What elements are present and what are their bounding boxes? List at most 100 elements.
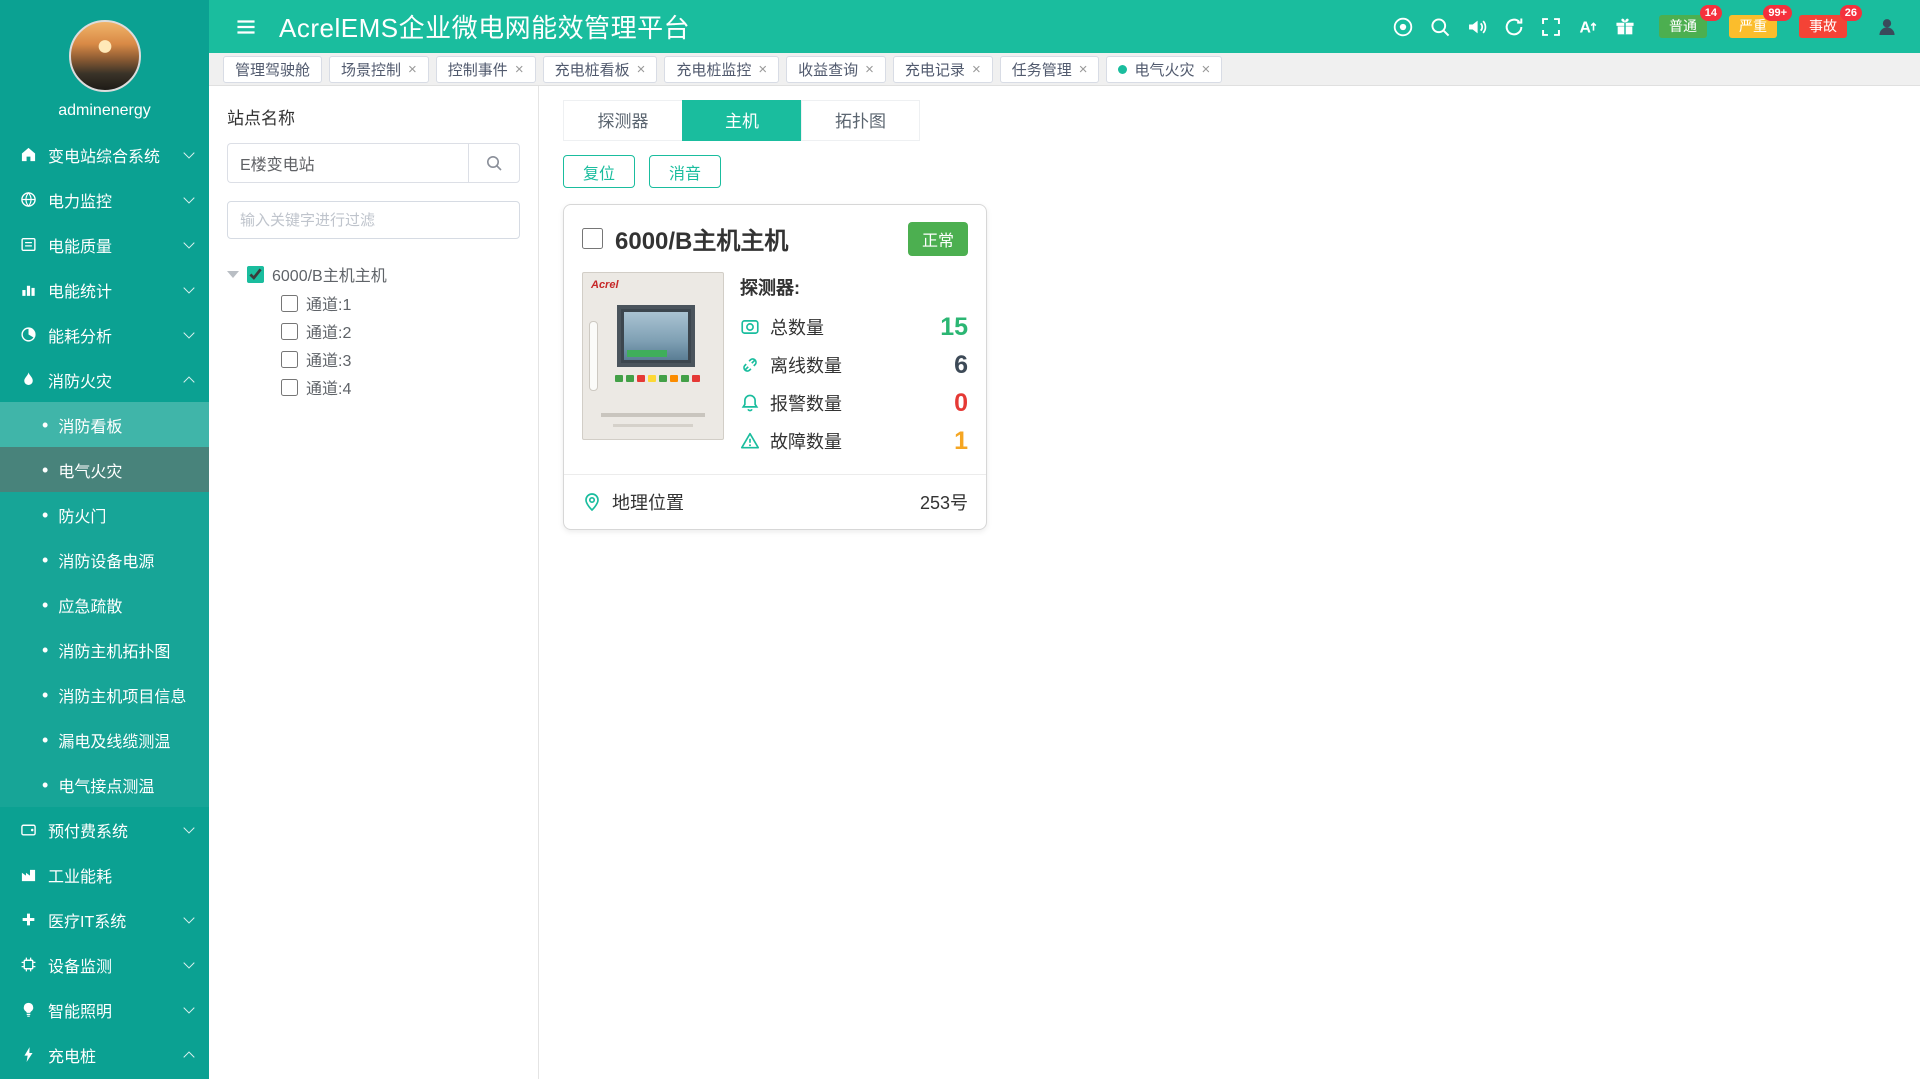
close-icon[interactable]: × — [515, 62, 524, 77]
tab-charging-dashboard[interactable]: 充电桩看板 × — [543, 56, 658, 83]
tree-child-checkbox[interactable] — [281, 379, 298, 396]
site-panel-title: 站点名称 — [227, 104, 520, 129]
status-badge: 正常 — [908, 222, 968, 256]
mute-button[interactable]: 消音 — [649, 155, 721, 188]
submenu-item-label: 消防设备电源 — [58, 548, 154, 572]
sidebar-item-substation-system[interactable]: 变电站综合系统 — [0, 132, 209, 177]
medical-cross-icon — [19, 911, 37, 928]
chevron-down-icon — [183, 1002, 194, 1013]
close-icon[interactable]: × — [1202, 62, 1211, 77]
tree-child-checkbox[interactable] — [281, 295, 298, 312]
content-area: 站点名称 6000/B主机主机 通道:1 — [209, 86, 1920, 1079]
tab-topology[interactable]: 拓扑图 — [801, 100, 920, 141]
bullet-icon: • — [42, 461, 48, 479]
menu-toggle-button[interactable] — [231, 12, 261, 42]
sidebar-item-energy-analysis[interactable]: 能耗分析 — [0, 312, 209, 357]
tab-control-events[interactable]: 控制事件 × — [436, 56, 536, 83]
stat-value: 15 — [940, 313, 968, 342]
tree-node-channel-1[interactable]: 通道:1 — [227, 289, 520, 317]
tree-node-channel-4[interactable]: 通道:4 — [227, 373, 520, 401]
submenu-item-fire-door[interactable]: • 防火门 — [0, 492, 209, 537]
app-title: AcrelEMS企业微电网能效管理平台 — [279, 8, 690, 45]
submenu-item-electrical-contact-temperature[interactable]: • 电气接点测温 — [0, 762, 209, 807]
close-icon[interactable]: × — [758, 62, 767, 77]
theme-icon[interactable] — [1392, 16, 1414, 38]
submenu-item-fire-host-project-info[interactable]: • 消防主机项目信息 — [0, 672, 209, 717]
site-tree: 6000/B主机主机 通道:1 通道:2 通道:3 — [227, 259, 520, 401]
tab-charging-records[interactable]: 充电记录 × — [893, 56, 993, 83]
sidebar-item-medical-it[interactable]: 医疗IT系统 — [0, 897, 209, 942]
alarm-chip-accident[interactable]: 事故 26 — [1799, 15, 1847, 38]
search-icon — [485, 154, 503, 172]
substation-icon — [19, 146, 37, 163]
tab-host[interactable]: 主机 — [682, 100, 801, 141]
hamburger-icon — [235, 16, 257, 38]
alarm-chip-severe[interactable]: 严重 99+ — [1729, 15, 1777, 38]
tree-node-channel-2[interactable]: 通道:2 — [227, 317, 520, 345]
user-icon[interactable] — [1876, 16, 1898, 38]
host-card[interactable]: 6000/B主机主机 正常 Acrel — [563, 204, 987, 530]
sidebar-item-fire-safety[interactable]: 消防火灾 — [0, 357, 209, 402]
tab-revenue-query[interactable]: 收益查询 × — [786, 56, 886, 83]
sidebar-item-charging-pile[interactable]: 充电桩 — [0, 1032, 209, 1077]
alarm-bell-icon — [740, 393, 760, 413]
close-icon[interactable]: × — [637, 62, 646, 77]
tree-node-label: 通道:4 — [306, 375, 351, 399]
tab-charging-monitoring[interactable]: 充电桩监控 × — [664, 56, 779, 83]
device-buttons — [615, 375, 701, 382]
caret-down-icon[interactable] — [227, 271, 239, 278]
submenu-item-fire-dashboard[interactable]: • 消防看板 — [0, 402, 209, 447]
refresh-icon[interactable] — [1503, 16, 1525, 38]
tab-task-management[interactable]: 任务管理 × — [1000, 56, 1100, 83]
stat-label: 报警数量 — [770, 390, 842, 416]
tab-scene-control[interactable]: 场景控制 × — [329, 56, 429, 83]
tree-child-checkbox[interactable] — [281, 351, 298, 368]
chevron-down-icon — [183, 192, 194, 203]
sidebar-item-power-quality[interactable]: 电能质量 — [0, 222, 209, 267]
tree-node-root[interactable]: 6000/B主机主机 — [227, 259, 520, 289]
host-select-checkbox[interactable] — [582, 228, 603, 249]
submenu-item-fire-host-topology[interactable]: • 消防主机拓扑图 — [0, 627, 209, 672]
tab-electrical-fire[interactable]: 电气火灾 × — [1106, 56, 1222, 83]
submenu-item-label: 消防主机项目信息 — [58, 683, 186, 707]
submenu-item-label: 应急疏散 — [58, 593, 122, 617]
submenu-item-emergency-evacuation[interactable]: • 应急疏散 — [0, 582, 209, 627]
close-icon[interactable]: × — [865, 62, 874, 77]
location-value: 253号 — [920, 489, 968, 515]
gift-icon[interactable] — [1614, 16, 1636, 38]
font-size-icon[interactable]: A — [1577, 16, 1599, 38]
site-search-button[interactable] — [468, 143, 520, 183]
submenu-item-electrical-fire[interactable]: • 电气火灾 — [0, 447, 209, 492]
lightning-icon — [19, 1046, 37, 1063]
tree-node-channel-3[interactable]: 通道:3 — [227, 345, 520, 373]
stat-total-row: 总数量 15 — [740, 308, 968, 346]
close-icon[interactable]: × — [408, 62, 417, 77]
chevron-down-icon — [183, 282, 194, 293]
reset-button[interactable]: 复位 — [563, 155, 635, 188]
close-icon[interactable]: × — [972, 62, 981, 77]
submenu-item-fire-equipment-power[interactable]: • 消防设备电源 — [0, 537, 209, 582]
volume-icon[interactable] — [1466, 16, 1488, 38]
fault-warning-icon — [740, 431, 760, 451]
sidebar-item-power-monitoring[interactable]: 电力监控 — [0, 177, 209, 222]
site-search-input[interactable] — [227, 143, 468, 183]
sidebar-item-prepaid-system[interactable]: 预付费系统 — [0, 807, 209, 852]
tree-child-checkbox[interactable] — [281, 323, 298, 340]
breadcrumb-tabbar: 管理驾驶舱 场景控制 × 控制事件 × 充电桩看板 × 充电桩监控 × 收益查询… — [209, 53, 1920, 86]
tree-filter-input[interactable] — [227, 201, 520, 239]
close-icon[interactable]: × — [1079, 62, 1088, 77]
sidebar-item-power-statistics[interactable]: 电能统计 — [0, 267, 209, 312]
sidebar-item-industrial-energy[interactable]: 工业能耗 — [0, 852, 209, 897]
tree-root-checkbox[interactable] — [247, 266, 264, 283]
sidebar-item-device-monitoring[interactable]: 设备监测 — [0, 942, 209, 987]
search-icon[interactable] — [1429, 16, 1451, 38]
tab-management-cockpit[interactable]: 管理驾驶舱 — [223, 56, 322, 83]
fullscreen-icon[interactable] — [1540, 16, 1562, 38]
alarm-chip-normal[interactable]: 普通 14 — [1659, 15, 1707, 38]
submenu-item-leakage-cable-temperature[interactable]: • 漏电及线缆测温 — [0, 717, 209, 762]
host-title: 6000/B主机主机 — [615, 221, 788, 256]
stat-offline-row: 离线数量 6 — [740, 346, 968, 384]
tab-detectors[interactable]: 探测器 — [563, 100, 682, 141]
tab-label: 管理驾驶舱 — [235, 59, 310, 80]
sidebar-item-smart-lighting[interactable]: 智能照明 — [0, 987, 209, 1032]
